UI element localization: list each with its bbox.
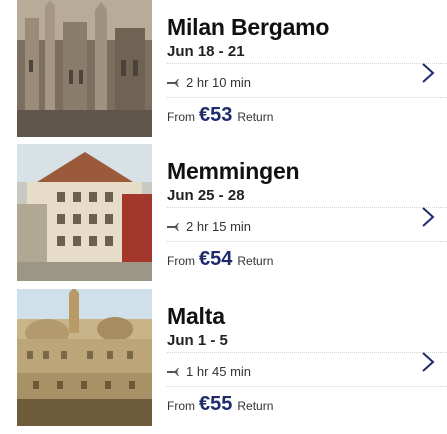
divider [167, 241, 447, 242]
destination-name: Milan Bergamo [167, 14, 330, 40]
destination-image [17, 289, 152, 426]
price-row: From €55 Return [167, 393, 273, 416]
duration-text: 2 hr 15 min [186, 219, 252, 234]
destination-card-milan-bergamo[interactable]: Milan Bergamo Jun 18 - 21 2 hr 10 min Fr… [0, 0, 447, 137]
from-label: From [167, 254, 195, 268]
divider [167, 352, 447, 353]
chevron-right-icon[interactable] [421, 351, 435, 373]
destination-card-memmingen[interactable]: Memmingen Jun 25 - 28 2 hr 15 min From €… [0, 144, 447, 281]
price-amount: €55 [199, 393, 233, 415]
price-amount: €54 [199, 248, 233, 270]
flight-duration: 2 hr 15 min [167, 219, 251, 234]
trip-type-label: Return [237, 110, 274, 124]
divider [167, 63, 447, 64]
chevron-right-icon[interactable] [421, 206, 435, 228]
price-amount: €53 [199, 104, 233, 126]
destination-name: Malta [167, 303, 225, 329]
price-row: From €54 Return [167, 248, 273, 271]
divider [167, 97, 447, 98]
destination-card-malta[interactable]: Malta Jun 1 - 5 1 hr 45 min From €55 Ret… [0, 289, 447, 426]
trip-type-label: Return [237, 254, 274, 268]
from-label: From [167, 399, 195, 413]
duration-text: 1 hr 45 min [186, 364, 252, 379]
duration-text: 2 hr 10 min [186, 75, 252, 90]
destination-name: Memmingen [167, 158, 300, 184]
destination-list: Milan Bergamo Jun 18 - 21 2 hr 10 min Fr… [0, 0, 447, 434]
from-label: From [167, 110, 195, 124]
destination-image [17, 0, 152, 137]
flight-duration: 2 hr 10 min [167, 75, 251, 90]
price-row: From €53 Return [167, 104, 273, 127]
chevron-right-icon[interactable] [421, 62, 435, 84]
plane-icon [167, 78, 179, 87]
flight-duration: 1 hr 45 min [167, 364, 251, 379]
destination-image [17, 144, 152, 281]
plane-icon [167, 367, 179, 376]
trip-type-label: Return [237, 399, 274, 413]
divider [167, 386, 447, 387]
plane-icon [167, 222, 179, 231]
divider [167, 207, 447, 208]
travel-dates: Jun 18 - 21 [167, 43, 245, 60]
travel-dates: Jun 1 - 5 [167, 332, 228, 349]
travel-dates: Jun 25 - 28 [167, 187, 245, 204]
